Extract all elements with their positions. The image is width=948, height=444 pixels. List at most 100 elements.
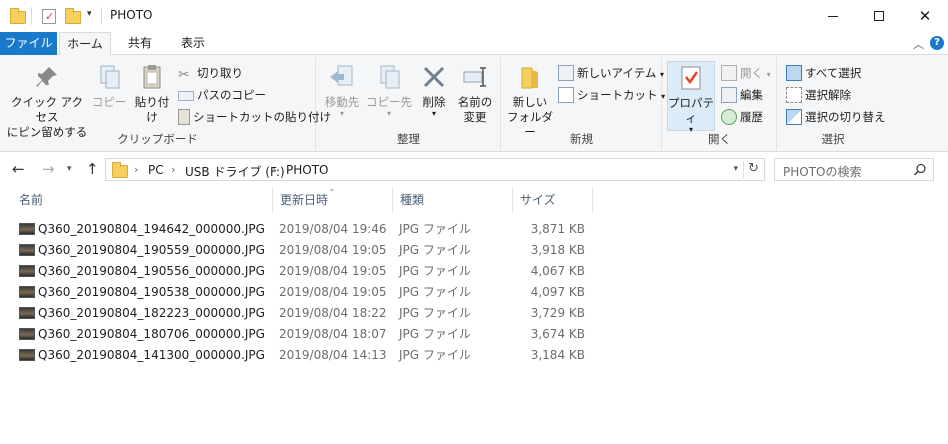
refresh-icon[interactable]: ↻ (748, 161, 759, 176)
paste-shortcut-button[interactable]: ショートカットの貼り付け (178, 107, 331, 127)
delete-button[interactable]: 削除 ▾ (417, 63, 451, 118)
breadcrumb-pc[interactable]: PC (148, 163, 164, 177)
maximize-icon (874, 11, 884, 21)
file-name: Q360_20190804_190538_000000.JPG (38, 285, 265, 299)
column-headers: 名前 更新日時 種類 サイズ ⌄ (0, 184, 948, 213)
easy-access-button[interactable]: ショートカット ▾ (558, 85, 665, 105)
properties-button[interactable]: プロパティ ▾ (667, 61, 715, 134)
tab-view[interactable]: 表示 (168, 32, 218, 55)
pin-icon (33, 63, 61, 91)
address-dropdown-icon[interactable]: ▾ (733, 164, 738, 174)
file-size: 3,729 KB (530, 306, 585, 320)
up-arrow-icon[interactable]: ↑ (86, 160, 99, 178)
paste-shortcut-icon (178, 108, 190, 125)
invert-selection-button[interactable]: 選択の切り替え (786, 107, 886, 127)
column-header-name[interactable]: 名前 (12, 187, 273, 213)
jpg-thumbnail-icon (19, 349, 35, 361)
copy-path-button[interactable]: パスのコピー (178, 85, 266, 105)
back-arrow-icon[interactable]: ← (12, 160, 25, 178)
chevron-right-icon: › (272, 163, 277, 176)
move-to-button[interactable]: 移動先 ▾ (319, 63, 365, 118)
file-name: Q360_20190804_182223_000000.JPG (38, 306, 265, 320)
file-date: 2019/08/04 19:05 (279, 285, 387, 299)
properties-check-icon[interactable]: ✓ (42, 9, 56, 24)
file-size: 3,871 KB (530, 222, 585, 236)
cut-label: 切り取り (197, 66, 243, 80)
customize-quick-access-icon[interactable]: ▾ (87, 9, 92, 19)
clipboard-icon (138, 63, 166, 91)
file-date: 2019/08/04 14:13 (279, 348, 387, 362)
minimize-button[interactable] (810, 0, 856, 32)
search-box[interactable]: PHOTOの検索 (774, 158, 934, 181)
tab-home[interactable]: ホーム (59, 32, 111, 56)
group-organize: 移動先 ▾ コピー先 ▾ 削除 ▾ 名前の 変更 整理 (317, 57, 501, 150)
divider (31, 7, 32, 25)
scissors-icon: ✂ (178, 66, 190, 83)
rename-button[interactable]: 名前の 変更 (453, 63, 497, 125)
file-row[interactable]: Q360_20190804_190559_000000.JPG 2019/08/… (0, 240, 600, 261)
properties-check-icon (677, 64, 705, 92)
column-header-type[interactable]: 種類 (393, 187, 513, 213)
copy-button[interactable]: コピー (90, 63, 128, 110)
file-type: JPG ファイル (399, 327, 471, 341)
file-name: Q360_20190804_190559_000000.JPG (38, 243, 265, 257)
recent-locations-chevron-icon[interactable]: ▾ (67, 164, 72, 174)
select-none-button[interactable]: 選択解除 (786, 85, 851, 105)
new-folder-button[interactable]: 新しい フォルダー (506, 63, 554, 140)
cut-button[interactable]: ✂ 切り取り (178, 63, 243, 83)
address-bar[interactable]: › PC › USB ドライブ (F:) › PHOTO ▾ ↻ (105, 158, 765, 181)
maximize-button[interactable] (856, 0, 902, 32)
copy-label: コピー (91, 95, 127, 109)
breadcrumb-usb-drive[interactable]: USB ドライブ (F:) (185, 163, 285, 180)
column-header-size[interactable]: サイズ (513, 187, 593, 213)
file-type: JPG ファイル (399, 306, 471, 320)
help-icon[interactable]: ? (930, 36, 944, 50)
file-row[interactable]: Q360_20190804_182223_000000.JPG 2019/08/… (0, 303, 600, 324)
file-type: JPG ファイル (399, 285, 471, 299)
file-row[interactable]: Q360_20190804_141300_000000.JPG 2019/08/… (0, 345, 600, 366)
file-type: JPG ファイル (399, 348, 471, 362)
file-row[interactable]: Q360_20190804_190556_000000.JPG 2019/08/… (0, 261, 600, 282)
file-name: Q360_20190804_190556_000000.JPG (38, 264, 265, 278)
paste-button[interactable]: 貼り付け (130, 63, 174, 125)
copy-icon (95, 63, 123, 91)
file-size: 4,067 KB (530, 264, 585, 278)
select-none-label: 選択解除 (805, 88, 851, 102)
chevron-right-icon: › (134, 163, 139, 176)
tab-share[interactable]: 共有 (115, 32, 165, 55)
navigation-bar: ← → ▾ ↑ › PC › USB ドライブ (F:) › PHOTO ▾ ↻… (0, 156, 948, 184)
jpg-thumbnail-icon (19, 328, 35, 340)
delete-label: 削除 (422, 95, 446, 109)
invert-selection-icon (786, 108, 802, 125)
file-row[interactable]: Q360_20190804_180706_000000.JPG 2019/08/… (0, 324, 600, 345)
file-date: 2019/08/04 19:05 (279, 243, 387, 257)
group-open: プロパティ ▾ 開く ▾ 編集 履歴 開く (663, 57, 777, 150)
group-label-new: 新規 (570, 132, 593, 146)
forward-arrow-icon[interactable]: → (42, 160, 55, 178)
edit-label: 編集 (740, 88, 763, 102)
easy-access-icon (558, 86, 574, 103)
pin-quick-access-button[interactable]: クイック アクセス にピン留めする (6, 63, 88, 140)
new-folder-icon[interactable] (65, 8, 81, 24)
history-button[interactable]: 履歴 (721, 107, 763, 127)
group-new: 新しい フォルダー 新しいアイテム ▾ ショートカット ▾ 新規 (502, 57, 665, 150)
tab-file[interactable]: ファイル (0, 32, 57, 55)
new-folder-icon (516, 63, 544, 91)
close-button[interactable]: ✕ (902, 0, 948, 32)
breadcrumb-photo[interactable]: PHOTO (286, 163, 328, 177)
file-size: 3,674 KB (530, 327, 585, 341)
file-row[interactable]: Q360_20190804_194642_000000.JPG 2019/08/… (0, 219, 600, 240)
new-item-button[interactable]: 新しいアイテム ▾ (558, 63, 664, 83)
open-button[interactable]: 開く ▾ (721, 63, 771, 83)
divider (743, 161, 744, 178)
copy-to-button[interactable]: コピー先 ▾ (365, 63, 413, 118)
collapse-ribbon-icon[interactable]: ︿ (913, 36, 924, 52)
rename-label-2: 変更 (463, 110, 487, 124)
jpg-thumbnail-icon (19, 265, 35, 277)
edit-button[interactable]: 編集 (721, 85, 763, 105)
file-row[interactable]: Q360_20190804_190538_000000.JPG 2019/08/… (0, 282, 600, 303)
file-type: JPG ファイル (399, 243, 471, 257)
select-all-button[interactable]: すべて選択 (786, 63, 861, 83)
select-none-icon (786, 86, 802, 103)
file-size: 3,918 KB (530, 243, 585, 257)
